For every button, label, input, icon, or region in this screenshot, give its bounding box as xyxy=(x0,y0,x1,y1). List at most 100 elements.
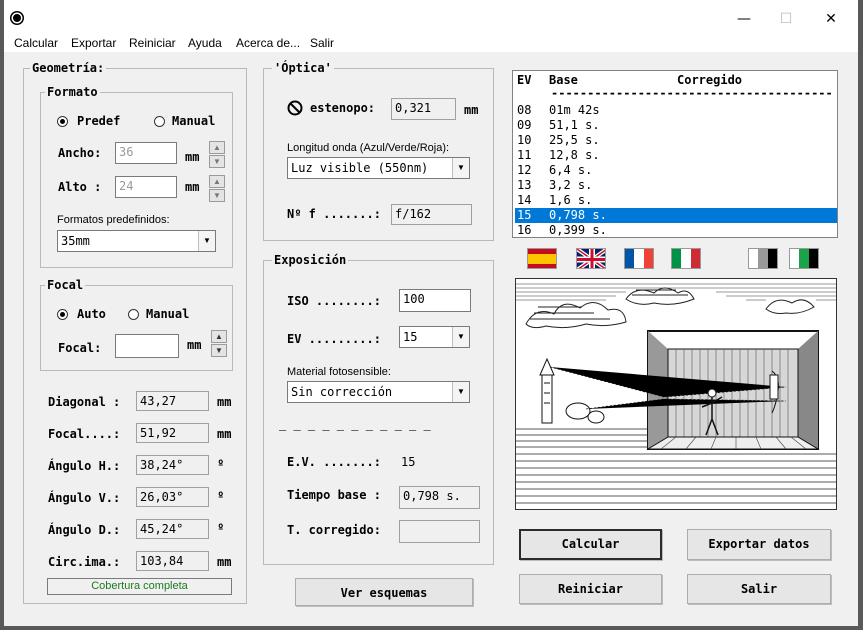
spin-up-icon[interactable]: ▲ xyxy=(209,141,225,154)
ev-cell: 14 xyxy=(517,193,532,207)
ev-value: 15 xyxy=(403,330,418,344)
focal-result-unit: mm xyxy=(217,427,232,441)
ev-cell: 11 xyxy=(517,148,532,162)
separator: — — — — — — — — — — — xyxy=(279,423,431,437)
diagonal-value: 43,27 xyxy=(136,391,209,411)
nf-value: f/162 xyxy=(391,204,472,225)
angulo-d-value: 45,24° xyxy=(136,519,209,539)
diagonal-label: Diagonal : xyxy=(48,395,121,409)
spin-down-icon[interactable]: ▼ xyxy=(211,344,227,357)
circ-ima-label: Circ.ima.: xyxy=(48,555,121,569)
maximize-button[interactable]: ☐ xyxy=(772,8,800,30)
spin-up-icon[interactable]: ▲ xyxy=(211,330,227,343)
menu-calcular[interactable]: Calcular xyxy=(14,36,58,50)
base-cell: 6,4 s. xyxy=(549,163,593,177)
dropdown-arrow-icon[interactable]: ▼ xyxy=(198,231,215,251)
focal-label: Focal: xyxy=(58,341,102,355)
formatos-select[interactable]: 35mm ▼ xyxy=(57,230,216,252)
dropdown-arrow-icon[interactable]: ▼ xyxy=(452,327,469,347)
base-cell: 01m 42s xyxy=(549,103,600,117)
uk-flag-icon[interactable] xyxy=(576,248,606,269)
angulo-d-label: Ángulo D.: xyxy=(48,523,121,537)
spanish-flag-icon[interactable] xyxy=(527,248,557,269)
dropdown-arrow-icon[interactable]: ▼ xyxy=(452,382,469,402)
menu-ayuda[interactable]: Ayuda xyxy=(188,36,222,50)
ev-cell: 10 xyxy=(517,133,532,147)
ev-table-row[interactable]: 13 3,2 s. xyxy=(515,178,837,193)
auto-focal-radio[interactable] xyxy=(57,309,68,320)
base-cell: 25,5 s. xyxy=(549,133,600,147)
ev-table-row[interactable]: 10 25,5 s. xyxy=(515,133,837,148)
focal-result-label: Focal....: xyxy=(48,427,121,441)
base-cell: 1,6 s. xyxy=(549,193,593,207)
ev-table-row[interactable]: 12 6,4 s. xyxy=(515,163,837,178)
ancho-spinner[interactable]: ▲ ▼ xyxy=(209,141,225,169)
geometria-group: Geometría: Formato Predef Manual Ancho: … xyxy=(23,61,247,604)
calcular-button[interactable]: Calcular xyxy=(519,529,662,560)
estenopo-label: estenopo: xyxy=(310,101,376,115)
grayscale-mode-icon[interactable] xyxy=(748,248,778,269)
angulo-v-value: 26,03° xyxy=(136,487,209,507)
ev-cell: 16 xyxy=(517,223,532,237)
ev-cell: 09 xyxy=(517,118,532,132)
ev-cell: 12 xyxy=(517,163,532,177)
spin-down-icon[interactable]: ▼ xyxy=(209,189,225,202)
ev-table-row[interactable]: 08 01m 42s xyxy=(515,103,837,118)
formato-group: Formato Predef Manual Ancho: 36 mm ▲ ▼ Al… xyxy=(40,85,233,268)
close-button[interactable]: ✕ xyxy=(817,8,845,30)
camera-obscura-illustration xyxy=(515,278,837,510)
italian-flag-icon[interactable] xyxy=(671,248,701,269)
optica-title: 'Óptica' xyxy=(272,61,334,75)
spin-down-icon[interactable]: ▼ xyxy=(209,155,225,168)
predef-radio[interactable] xyxy=(57,116,68,127)
menu-reiniciar[interactable]: Reiniciar xyxy=(129,36,176,50)
ev-select[interactable]: 15 ▼ xyxy=(399,326,470,348)
base-cell: 12,8 s. xyxy=(549,148,600,162)
iso-label: ISO ........: xyxy=(287,294,381,308)
focal-spinner[interactable]: ▲ ▼ xyxy=(211,330,227,358)
alto-unit: mm xyxy=(185,180,200,194)
salir-button[interactable]: Salir xyxy=(687,574,831,604)
ev-table-row[interactable]: 16 0,399 s. xyxy=(515,223,837,237)
color-mode-icon[interactable] xyxy=(789,248,819,269)
material-select[interactable]: Sin corrección ▼ xyxy=(287,381,470,403)
alto-spinner[interactable]: ▲ ▼ xyxy=(209,175,225,203)
french-flag-icon[interactable] xyxy=(624,248,654,269)
focal-unit: mm xyxy=(187,338,202,352)
pinhole-icon xyxy=(287,100,303,116)
circ-ima-value: 103,84 xyxy=(136,551,209,571)
menu-acerca-de[interactable]: Acerca de... xyxy=(236,36,300,50)
focal-input[interactable] xyxy=(115,334,179,358)
ev-result-label: E.V. .......: xyxy=(287,455,381,469)
ev-result-value: 15 xyxy=(401,455,416,469)
exportar-datos-button[interactable]: Exportar datos xyxy=(687,529,831,560)
reiniciar-button[interactable]: Reiniciar xyxy=(519,574,662,604)
manual-format-radio[interactable] xyxy=(154,116,165,127)
iso-input[interactable]: 100 xyxy=(399,289,471,312)
geometria-title: Geometría: xyxy=(30,61,107,75)
ev-table-row[interactable]: 11 12,8 s. xyxy=(515,148,837,163)
minimize-button[interactable]: — xyxy=(730,8,758,30)
app-icon xyxy=(13,14,21,22)
estenopo-value: 0,321 xyxy=(391,98,456,120)
longitud-value: Luz visible (550nm) xyxy=(291,161,429,175)
menu-bar: Calcular Exportar Reiniciar Ayuda Acerca… xyxy=(4,34,858,52)
longitud-select[interactable]: Luz visible (550nm) ▼ xyxy=(287,157,470,179)
alto-input[interactable]: 24 xyxy=(115,176,177,198)
ev-table-rule: ----------------------------------------… xyxy=(515,86,837,101)
ev-table[interactable]: EV Base Corregido ----------------------… xyxy=(512,70,838,238)
ancho-input[interactable]: 36 xyxy=(115,142,177,164)
menu-salir[interactable]: Salir xyxy=(310,36,334,50)
menu-exportar[interactable]: Exportar xyxy=(71,36,116,50)
dropdown-arrow-icon[interactable]: ▼ xyxy=(452,158,469,178)
ev-table-row[interactable]: 15 0,798 s. xyxy=(515,208,837,223)
angulo-h-value: 38,24° xyxy=(136,455,209,475)
predef-label: Predef xyxy=(77,114,121,128)
spin-up-icon[interactable]: ▲ xyxy=(209,175,225,188)
ev-table-row[interactable]: 09 51,1 s. xyxy=(515,118,837,133)
ver-esquemas-button[interactable]: Ver esquemas xyxy=(295,578,473,606)
manual-focal-radio[interactable] xyxy=(128,309,139,320)
ev-table-row[interactable]: 14 1,6 s. xyxy=(515,193,837,208)
tiempo-base-label: Tiempo base : xyxy=(287,488,381,502)
angulo-h-label: Ángulo H.: xyxy=(48,459,121,473)
